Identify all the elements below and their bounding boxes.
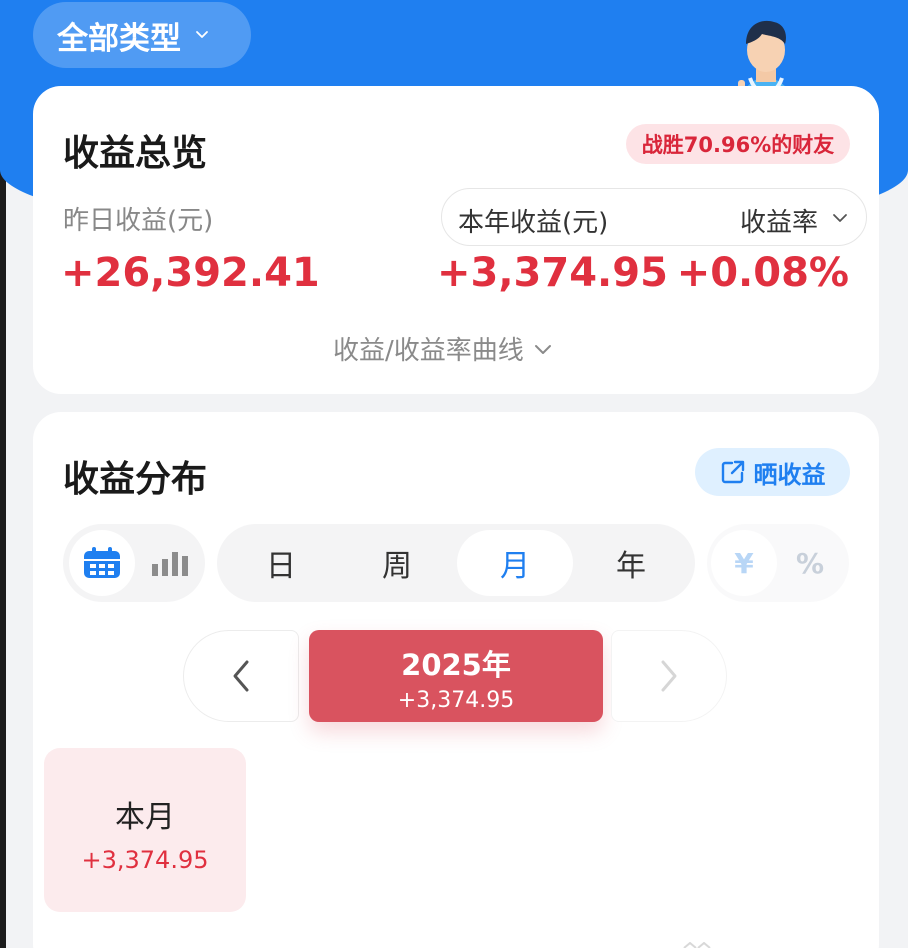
share-earnings-label: 晒收益 (753, 460, 826, 489)
return-rate-label[interactable]: 收益率 (740, 202, 818, 239)
asset-type-dropdown[interactable]: 全部类型 (33, 2, 251, 68)
tab-day[interactable]: 日 (223, 530, 339, 596)
ranking-badge-text: 战胜70.96%的财友 (641, 133, 835, 157)
bar-chart-icon (152, 552, 188, 576)
earnings-overview-card: 收益总览 战胜70.96%的财友 昨日收益(元) +26,392.41 本年收益… (33, 86, 879, 394)
calendar-icon (84, 547, 120, 578)
share-earnings-button[interactable]: 晒收益 (695, 448, 850, 496)
overview-title: 收益总览 (63, 133, 208, 174)
curve-toggle-label: 收益/收益率曲线 (333, 336, 524, 366)
previous-year-button[interactable] (183, 630, 299, 722)
view-mode-toggle (63, 524, 205, 602)
scroll-hint-icon (683, 942, 711, 948)
month-label: 本月 (115, 800, 175, 835)
earnings-distribution-card: 收益分布 晒收益 日 周 月 年 ¥ % 2025年 +3,374.95 本月 … (33, 412, 879, 948)
month-earnings-cell[interactable]: 本月 +3,374.95 (44, 748, 246, 912)
share-external-icon (721, 460, 744, 484)
yesterday-earnings-value: +26,392.41 (61, 250, 320, 296)
yesterday-earnings-label: 昨日收益(元) (63, 206, 214, 236)
tab-year[interactable]: 年 (573, 530, 689, 596)
selected-year-amount: +3,374.95 (397, 688, 515, 713)
calendar-view-option[interactable] (69, 530, 135, 596)
period-tabs: 日 周 月 年 (217, 524, 695, 602)
chevron-right-icon (661, 660, 677, 692)
year-earnings-value: +3,374.95 (437, 250, 668, 296)
unit-toggle: ¥ % (707, 524, 849, 602)
chevron-down-icon[interactable] (832, 211, 848, 225)
asset-type-label: 全部类型 (57, 20, 181, 57)
unit-percent-option[interactable]: % (777, 530, 843, 596)
return-rate-value: +0.08% (676, 250, 849, 296)
distribution-title: 收益分布 (63, 459, 208, 500)
chevron-down-icon (196, 31, 208, 38)
tab-month[interactable]: 月 (457, 530, 573, 596)
chevron-left-icon (233, 660, 249, 692)
selected-year-chip: 2025年 +3,374.95 (309, 630, 603, 722)
chevron-down-icon (534, 344, 551, 354)
unit-amount-option[interactable]: ¥ (711, 530, 777, 596)
next-year-button[interactable] (611, 630, 727, 722)
month-amount: +3,374.95 (81, 846, 209, 874)
ranking-badge: 战胜70.96%的财友 (626, 124, 850, 164)
year-earnings-rate-selector[interactable]: 本年收益(元) 收益率 (441, 188, 867, 246)
curve-toggle-button[interactable]: 收益/收益率曲线 (333, 330, 552, 367)
selected-year-label: 2025年 (401, 648, 511, 682)
bar-chart-view-option[interactable] (139, 530, 201, 596)
tab-week[interactable]: 周 (339, 530, 455, 596)
year-earnings-label: 本年收益(元) (458, 208, 609, 238)
